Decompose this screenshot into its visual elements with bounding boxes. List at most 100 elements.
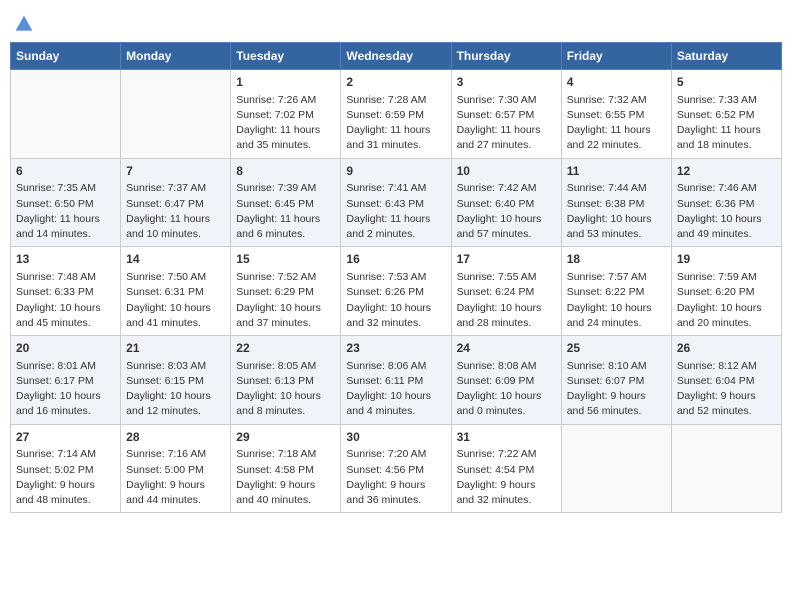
- day-info: Sunrise: 8:06 AM Sunset: 6:11 PM Dayligh…: [346, 359, 445, 420]
- day-info: Sunrise: 7:28 AM Sunset: 6:59 PM Dayligh…: [346, 93, 445, 154]
- calendar-cell: 30Sunrise: 7:20 AM Sunset: 4:56 PM Dayli…: [341, 424, 451, 513]
- day-number: 25: [567, 340, 666, 357]
- calendar-week-row: 1Sunrise: 7:26 AM Sunset: 7:02 PM Daylig…: [11, 70, 782, 159]
- day-info: Sunrise: 7:18 AM Sunset: 4:58 PM Dayligh…: [236, 447, 335, 508]
- day-info: Sunrise: 7:14 AM Sunset: 5:02 PM Dayligh…: [16, 447, 115, 508]
- calendar-week-row: 27Sunrise: 7:14 AM Sunset: 5:02 PM Dayli…: [11, 424, 782, 513]
- calendar-cell: 28Sunrise: 7:16 AM Sunset: 5:00 PM Dayli…: [121, 424, 231, 513]
- calendar-cell: 18Sunrise: 7:57 AM Sunset: 6:22 PM Dayli…: [561, 247, 671, 336]
- day-number: 28: [126, 429, 225, 446]
- day-number: 6: [16, 163, 115, 180]
- calendar-cell: 5 Sunrise: 7:33 AM Sunset: 6:52 PM Daylig…: [671, 70, 781, 159]
- day-number: 29: [236, 429, 335, 446]
- calendar-week-row: 6Sunrise: 7:35 AM Sunset: 6:50 PM Daylig…: [11, 158, 782, 247]
- day-info: Sunrise: 7:20 AM Sunset: 4:56 PM Dayligh…: [346, 447, 445, 508]
- calendar-header-row: SundayMondayTuesdayWednesdayThursdayFrid…: [11, 43, 782, 70]
- calendar-cell: 17 Sunrise: 7:55 AM Sunset: 6:24 PM Dayli…: [451, 247, 561, 336]
- day-header-saturday: Saturday: [671, 43, 781, 70]
- day-info: Sunrise: 7:26 AM Sunset: 7:02 PM Dayligh…: [236, 93, 335, 154]
- calendar-cell: 31Sunrise: 7:22 AM Sunset: 4:54 PM Dayli…: [451, 424, 561, 513]
- day-number: 14: [126, 251, 225, 268]
- day-info: Sunrise: 8:08 AM Sunset: 6:09 PM Dayligh…: [457, 359, 556, 420]
- day-info: Sunrise: 7:22 AM Sunset: 4:54 PM Dayligh…: [457, 447, 556, 508]
- calendar-cell: 4 Sunrise: 7:32 AM Sunset: 6:55 PM Daylig…: [561, 70, 671, 159]
- day-number: 26: [677, 340, 776, 357]
- calendar-cell: 2 Sunrise: 7:28 AM Sunset: 6:59 PM Daylig…: [341, 70, 451, 159]
- day-info: Sunrise: 7:53 AM Sunset: 6:26 PM Dayligh…: [346, 270, 445, 331]
- day-info: Sunrise: 7:44 AM Sunset: 6:38 PM Dayligh…: [567, 181, 666, 242]
- calendar-cell: 3 Sunrise: 7:30 AM Sunset: 6:57 PM Daylig…: [451, 70, 561, 159]
- calendar-cell: 25 Sunrise: 8:10 AM Sunset: 6:07 PM Dayli…: [561, 336, 671, 425]
- day-number: 21: [126, 340, 225, 357]
- day-info: Sunrise: 7:30 AM Sunset: 6:57 PM Dayligh…: [457, 93, 556, 154]
- day-info: Sunrise: 7:16 AM Sunset: 5:00 PM Dayligh…: [126, 447, 225, 508]
- day-number: 10: [457, 163, 556, 180]
- day-number: 11: [567, 163, 666, 180]
- calendar-cell: 1Sunrise: 7:26 AM Sunset: 7:02 PM Daylig…: [231, 70, 341, 159]
- day-number: 31: [457, 429, 556, 446]
- day-number: 17: [457, 251, 556, 268]
- day-info: Sunrise: 7:57 AM Sunset: 6:22 PM Dayligh…: [567, 270, 666, 331]
- calendar-cell: 15Sunrise: 7:52 AM Sunset: 6:29 PM Dayli…: [231, 247, 341, 336]
- day-number: 7: [126, 163, 225, 180]
- calendar-cell: 7Sunrise: 7:37 AM Sunset: 6:47 PM Daylig…: [121, 158, 231, 247]
- day-number: 5: [677, 74, 776, 91]
- day-info: Sunrise: 7:48 AM Sunset: 6:33 PM Dayligh…: [16, 270, 115, 331]
- calendar-week-row: 20 Sunrise: 8:01 AM Sunset: 6:17 PM Dayli…: [11, 336, 782, 425]
- day-number: 2: [346, 74, 445, 91]
- day-number: 19: [677, 251, 776, 268]
- day-info: Sunrise: 7:41 AM Sunset: 6:43 PM Dayligh…: [346, 181, 445, 242]
- day-header-tuesday: Tuesday: [231, 43, 341, 70]
- day-number: 20: [16, 340, 115, 357]
- day-info: Sunrise: 7:46 AM Sunset: 6:36 PM Dayligh…: [677, 181, 776, 242]
- calendar-cell: 27Sunrise: 7:14 AM Sunset: 5:02 PM Dayli…: [11, 424, 121, 513]
- day-number: 8: [236, 163, 335, 180]
- day-number: 23: [346, 340, 445, 357]
- calendar-cell: [11, 70, 121, 159]
- day-info: Sunrise: 8:10 AM Sunset: 6:07 PM Dayligh…: [567, 359, 666, 420]
- day-info: Sunrise: 7:42 AM Sunset: 6:40 PM Dayligh…: [457, 181, 556, 242]
- logo-icon: [14, 14, 34, 34]
- calendar-cell: 23 Sunrise: 8:06 AM Sunset: 6:11 PM Dayli…: [341, 336, 451, 425]
- day-info: Sunrise: 7:55 AM Sunset: 6:24 PM Dayligh…: [457, 270, 556, 331]
- day-info: Sunrise: 7:35 AM Sunset: 6:50 PM Dayligh…: [16, 181, 115, 242]
- calendar-cell: 26Sunrise: 8:12 AM Sunset: 6:04 PM Dayli…: [671, 336, 781, 425]
- day-header-sunday: Sunday: [11, 43, 121, 70]
- day-info: Sunrise: 7:32 AM Sunset: 6:55 PM Dayligh…: [567, 93, 666, 154]
- day-number: 24: [457, 340, 556, 357]
- calendar-cell: [121, 70, 231, 159]
- day-info: Sunrise: 7:33 AM Sunset: 6:52 PM Dayligh…: [677, 93, 776, 154]
- calendar-cell: 24 Sunrise: 8:08 AM Sunset: 6:09 PM Dayli…: [451, 336, 561, 425]
- day-number: 3: [457, 74, 556, 91]
- day-info: Sunrise: 8:05 AM Sunset: 6:13 PM Dayligh…: [236, 359, 335, 420]
- logo: [14, 14, 38, 34]
- day-number: 13: [16, 251, 115, 268]
- day-info: Sunrise: 8:01 AM Sunset: 6:17 PM Dayligh…: [16, 359, 115, 420]
- day-info: Sunrise: 7:37 AM Sunset: 6:47 PM Dayligh…: [126, 181, 225, 242]
- calendar-cell: 10Sunrise: 7:42 AM Sunset: 6:40 PM Dayli…: [451, 158, 561, 247]
- calendar-cell: 29Sunrise: 7:18 AM Sunset: 4:58 PM Dayli…: [231, 424, 341, 513]
- calendar-cell: 21 Sunrise: 8:03 AM Sunset: 6:15 PM Dayli…: [121, 336, 231, 425]
- calendar-cell: [561, 424, 671, 513]
- calendar-cell: 6Sunrise: 7:35 AM Sunset: 6:50 PM Daylig…: [11, 158, 121, 247]
- calendar-cell: 13 Sunrise: 7:48 AM Sunset: 6:33 PM Dayli…: [11, 247, 121, 336]
- day-number: 27: [16, 429, 115, 446]
- page-header: [10, 10, 782, 34]
- day-number: 4: [567, 74, 666, 91]
- day-info: Sunrise: 7:59 AM Sunset: 6:20 PM Dayligh…: [677, 270, 776, 331]
- day-number: 15: [236, 251, 335, 268]
- day-number: 30: [346, 429, 445, 446]
- day-header-monday: Monday: [121, 43, 231, 70]
- day-number: 16: [346, 251, 445, 268]
- calendar-cell: 19 Sunrise: 7:59 AM Sunset: 6:20 PM Dayli…: [671, 247, 781, 336]
- day-header-friday: Friday: [561, 43, 671, 70]
- day-number: 22: [236, 340, 335, 357]
- day-number: 12: [677, 163, 776, 180]
- day-header-thursday: Thursday: [451, 43, 561, 70]
- calendar-cell: 8Sunrise: 7:39 AM Sunset: 6:45 PM Daylig…: [231, 158, 341, 247]
- day-header-wednesday: Wednesday: [341, 43, 451, 70]
- calendar-cell: 9Sunrise: 7:41 AM Sunset: 6:43 PM Daylig…: [341, 158, 451, 247]
- calendar-week-row: 13 Sunrise: 7:48 AM Sunset: 6:33 PM Dayli…: [11, 247, 782, 336]
- day-info: Sunrise: 8:03 AM Sunset: 6:15 PM Dayligh…: [126, 359, 225, 420]
- calendar-cell: 12Sunrise: 7:46 AM Sunset: 6:36 PM Dayli…: [671, 158, 781, 247]
